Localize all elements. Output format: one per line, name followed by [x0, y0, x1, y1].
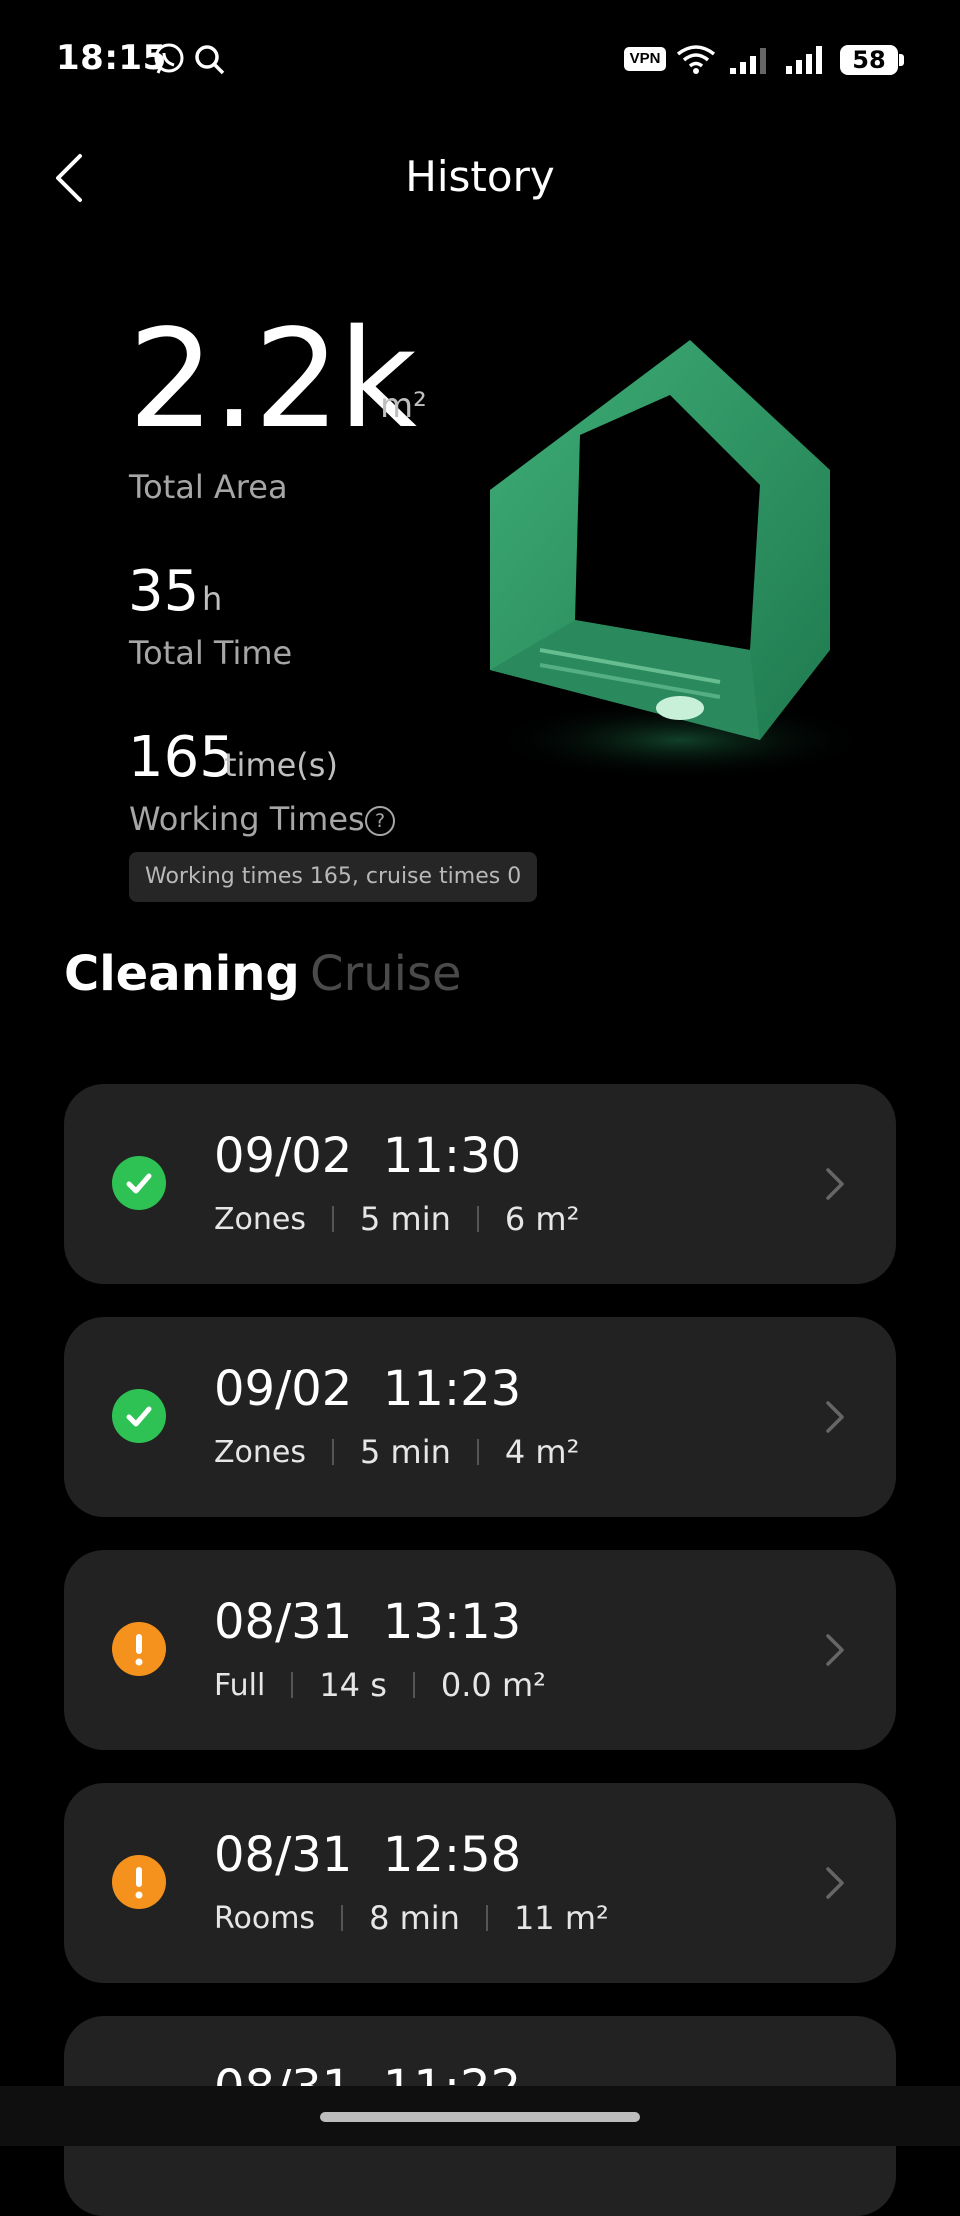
record-area: 11 m² — [513, 1899, 609, 1937]
record-datetime: 08/31 13:13 — [214, 1594, 522, 1650]
record-datetime: 09/02 11:23 — [214, 1361, 522, 1417]
battery-tip — [899, 54, 904, 66]
chevron-right-icon — [826, 1401, 844, 1433]
status-time: 18:15 — [56, 38, 167, 78]
working-times-unit: time(s) — [224, 746, 338, 784]
record-mode: Rooms — [214, 1900, 316, 1936]
history-record[interactable]: 09/02 11:23 Zones 5 min 4 m² — [64, 1317, 896, 1517]
record-area: 0.0 m² — [440, 1666, 546, 1704]
tab-cruise[interactable]: Cruise — [310, 946, 462, 1002]
chevron-right-icon — [826, 1634, 844, 1666]
help-icon[interactable]: ? — [365, 806, 395, 836]
history-record[interactable]: 09/02 11:30 Zones 5 min 6 m² — [64, 1084, 896, 1284]
record-details: Rooms 8 min 11 m² — [214, 1899, 609, 1937]
warning-status-icon — [112, 1855, 166, 1909]
record-area: 6 m² — [504, 1200, 580, 1238]
home-indicator[interactable] — [320, 2112, 640, 2122]
success-status-icon — [112, 1389, 166, 1443]
total-time-unit: h — [202, 580, 223, 618]
record-details: Zones 5 min 6 m² — [214, 1200, 579, 1238]
record-duration: 8 min — [369, 1899, 460, 1937]
success-status-icon — [112, 1156, 166, 1210]
cellular-signal-icon — [730, 48, 766, 74]
divider — [291, 1672, 294, 1698]
whatsapp-icon — [154, 43, 184, 74]
divider — [476, 1439, 479, 1465]
record-duration: 5 min — [360, 1200, 451, 1238]
divider — [485, 1905, 488, 1931]
record-mode: Full — [214, 1667, 266, 1703]
chevron-right-icon — [826, 1867, 844, 1899]
warning-status-icon — [112, 1622, 166, 1676]
record-duration: 5 min — [360, 1433, 451, 1471]
history-record[interactable]: 08/31 12:58 Rooms 8 min 11 m² — [64, 1783, 896, 1983]
total-time-label: Total Time — [129, 634, 293, 672]
cellular-signal-icon-2 — [786, 46, 822, 74]
battery-icon: 58 — [840, 45, 898, 75]
total-area-label: Total Area — [129, 468, 288, 506]
total-area-value: 2.2k — [128, 301, 417, 459]
working-times-label: Working Times — [129, 800, 365, 838]
divider — [341, 1905, 344, 1931]
record-datetime: 09/02 11:30 — [214, 1128, 522, 1184]
record-mode: Zones — [214, 1434, 307, 1470]
working-times-value: 165 — [128, 725, 235, 790]
wifi-icon — [676, 45, 716, 74]
record-details: Zones 5 min 4 m² — [214, 1433, 579, 1471]
page-title: History — [405, 152, 555, 201]
record-datetime: 08/31 12:58 — [214, 1827, 522, 1883]
chevron-right-icon — [826, 1168, 844, 1200]
divider — [476, 1206, 479, 1232]
divider — [332, 1206, 335, 1232]
history-record[interactable]: 08/31 13:13 Full 14 s 0.0 m² — [64, 1550, 896, 1750]
total-area-unit: m² — [380, 386, 427, 426]
tab-cleaning[interactable]: Cleaning — [64, 946, 300, 1002]
total-time-value: 35 — [128, 559, 200, 624]
record-details: Full 14 s 0.0 m² — [214, 1666, 546, 1704]
divider — [332, 1439, 335, 1465]
working-times-tooltip: Working times 165, cruise times 0 — [129, 852, 538, 902]
record-duration: 14 s — [319, 1666, 387, 1704]
search-icon — [195, 45, 225, 75]
record-mode: Zones — [214, 1201, 307, 1237]
record-area: 4 m² — [504, 1433, 580, 1471]
divider — [412, 1672, 415, 1698]
house-illustration — [490, 340, 870, 780]
vpn-icon: VPN — [624, 47, 666, 71]
